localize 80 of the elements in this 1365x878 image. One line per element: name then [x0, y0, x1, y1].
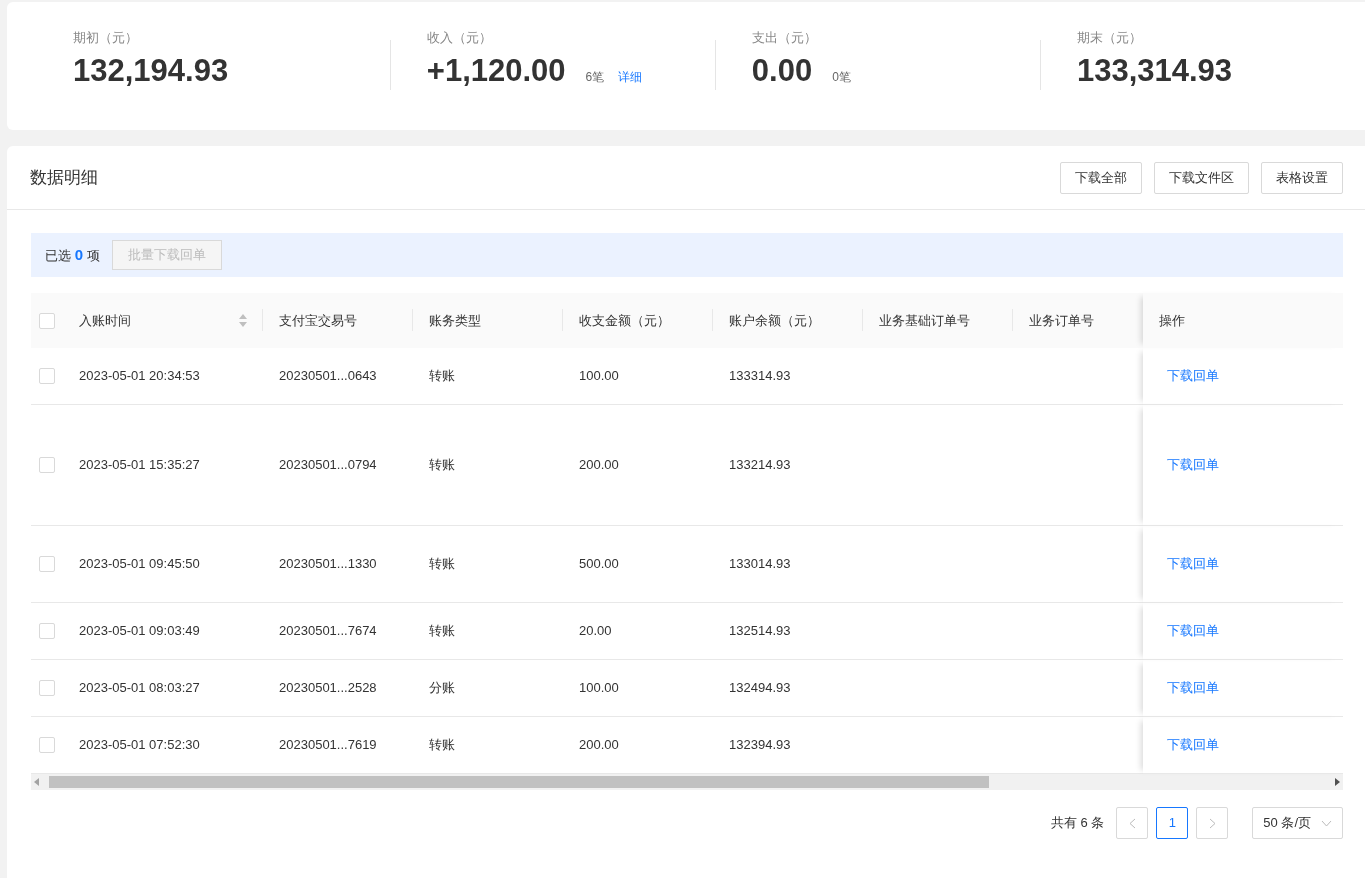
table-cell-text: 20230501...2528 [279, 679, 377, 698]
table-cell-text: 分账 [429, 679, 455, 698]
summary-amount: 133,314.93 [1076, 53, 1233, 88]
checkbox[interactable] [39, 312, 55, 329]
table-cell-text: 20230501...1330 [279, 555, 377, 574]
column-header: 账户余额（元） [713, 293, 863, 348]
table-cell-text: 20230501...0643 [279, 367, 377, 386]
table-cell-text: 132514.93 [729, 622, 791, 641]
column-header: 收支金额（元） [563, 293, 713, 348]
table-cell-text: 转账 [429, 367, 455, 386]
table-cell-text: 132494.93 [729, 679, 791, 698]
table-cell-text: 2023-05-01 07:52:30 [79, 736, 200, 755]
column-header: 业务基础订单号 [863, 293, 1013, 348]
table-cell-text: 2023-05-01 20:34:53 [79, 367, 200, 386]
download-receipt-link[interactable]: 下载回单 [1167, 735, 1219, 755]
toolbar-button[interactable]: 下载文件区 [1154, 161, 1249, 194]
checkbox[interactable] [39, 556, 55, 572]
column-header: 账务类型 [413, 293, 563, 348]
table-cell-text: 20.00 [579, 622, 612, 641]
panel-title: 数据明细 [30, 166, 98, 189]
summary-label: 期末（元） [1076, 29, 1143, 47]
details-link[interactable]: 详细 [618, 67, 643, 86]
table-cell-text: 100.00 [579, 679, 619, 698]
selection-count: 已选 0 项 [45, 244, 100, 265]
summary-amount: +1,120.00 [426, 53, 566, 88]
table-cell-text: 转账 [429, 622, 455, 641]
table-cell-text: 转账 [429, 456, 455, 475]
checkbox[interactable] [39, 680, 55, 696]
table-cell-text: 133314.93 [729, 367, 791, 386]
table-cell-text: 2023-05-01 15:35:27 [79, 456, 200, 475]
summary-label: 期初（元） [73, 29, 139, 47]
horizontal-scrollbar[interactable] [31, 774, 1343, 790]
download-receipt-link[interactable]: 下载回单 [1167, 554, 1219, 574]
table-cell-text: 133214.93 [729, 456, 791, 475]
page-button[interactable]: 1 [1156, 807, 1189, 839]
toolbar-button[interactable]: 下载全部 [1060, 161, 1142, 194]
toolbar-button[interactable]: 表格设置 [1261, 161, 1343, 194]
download-receipt-link[interactable]: 下载回单 [1167, 455, 1219, 475]
table-cell-text: 转账 [429, 736, 455, 755]
table-cell-text: 2023-05-01 08:03:27 [79, 679, 200, 698]
transaction-count: 6笔 [585, 68, 605, 86]
table-cell-text: 133014.93 [729, 555, 791, 574]
table-cell-text: 100.00 [579, 367, 619, 386]
download-receipt-link[interactable]: 下载回单 [1167, 621, 1219, 641]
checkbox[interactable] [39, 737, 55, 753]
table-cell-text: 500.00 [579, 555, 619, 574]
download-receipt-link[interactable]: 下载回单 [1167, 366, 1219, 386]
scrollbar-thumb[interactable] [49, 776, 989, 788]
summary-label: 支出（元） [751, 29, 818, 47]
download-receipt-link[interactable]: 下载回单 [1167, 678, 1219, 698]
sort-icon[interactable] [239, 314, 247, 327]
previous-page-button[interactable] [1116, 807, 1149, 839]
checkbox[interactable] [39, 623, 55, 639]
table-cell-text: 20230501...0794 [279, 456, 377, 475]
scroll-right-icon[interactable] [1335, 778, 1340, 786]
table-cell-text: 2023-05-01 09:45:50 [79, 555, 200, 574]
column-header: 业务订单号 [1013, 293, 1143, 348]
table-cell-text: 转账 [429, 555, 455, 574]
total-count: 共有 6 条 [1050, 814, 1105, 833]
summary-label: 收入（元） [426, 29, 493, 47]
checkbox[interactable] [39, 457, 55, 473]
transaction-count: 0笔 [832, 68, 851, 86]
column-header: 操作 [1143, 293, 1343, 348]
chevron-right-icon [1208, 817, 1216, 829]
table-cell-text: 2023-05-01 09:03:49 [79, 622, 200, 641]
chevron-left-icon [1128, 817, 1136, 829]
next-page-button[interactable] [1196, 807, 1229, 839]
column-header[interactable]: 入账时间 [79, 310, 131, 331]
table-cell-text: 200.00 [579, 736, 619, 755]
column-header: 支付宝交易号 [263, 293, 413, 348]
page-size-select[interactable]: 50 条/页 [1252, 807, 1343, 839]
table-cell-text: 20230501...7619 [279, 736, 377, 755]
summary-amount: 132,194.93 [73, 53, 229, 88]
scroll-left-icon[interactable] [34, 778, 39, 786]
checkbox[interactable] [39, 368, 55, 384]
table-cell-text: 20230501...7674 [279, 622, 377, 641]
table-cell-text: 200.00 [579, 456, 619, 475]
table-cell-text: 132394.93 [729, 736, 791, 755]
summary-amount: 0.00 [751, 53, 813, 88]
chevron-down-icon [1321, 819, 1332, 827]
